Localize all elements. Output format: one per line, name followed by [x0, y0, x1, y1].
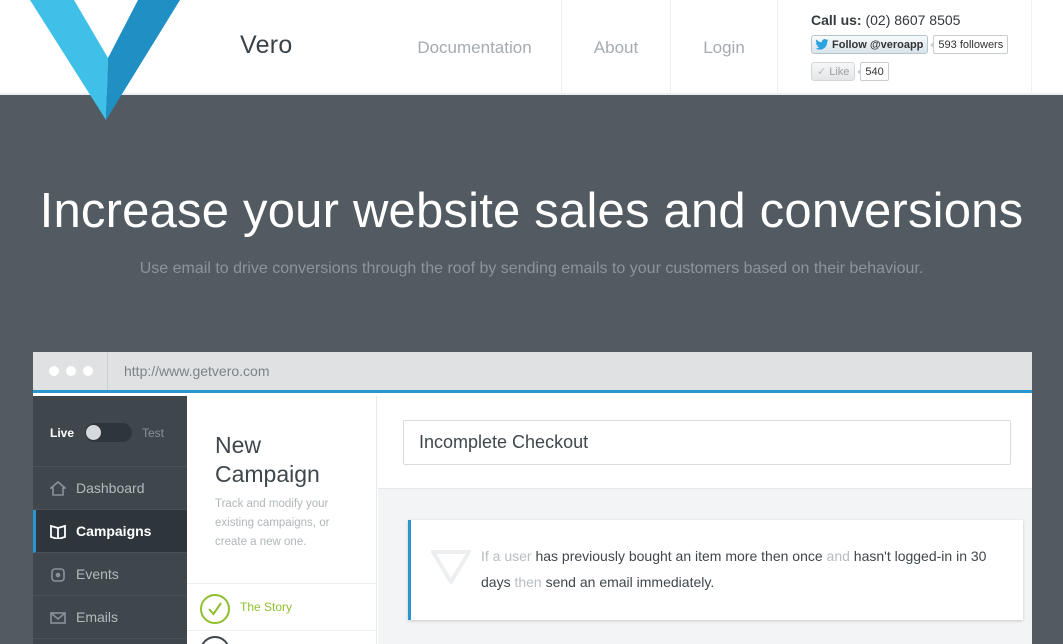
phone-number: (02) 8607 8505 [865, 12, 961, 28]
app-sidebar: Live Test Dashboard Campaigns Events Ema… [33, 396, 187, 644]
twitter-follow-label: Follow @veroapp [832, 38, 924, 51]
sidebar-item-dashboard[interactable]: Dashboard [33, 467, 187, 510]
brand-name[interactable]: Vero [240, 31, 293, 60]
address-bar-url: http://www.getvero.com [124, 363, 270, 379]
sidebar-item-label: Events [76, 566, 119, 582]
like-label: Like [829, 65, 850, 78]
story-fragment: and [822, 548, 854, 564]
story-sentence: If a user has previously bought an item … [481, 543, 1016, 595]
story-card[interactable]: If a user has previously bought an item … [408, 520, 1023, 620]
vero-triangle-icon [431, 550, 471, 584]
book-icon [50, 524, 66, 539]
sidebar-item-campaigns[interactable]: Campaigns [33, 510, 187, 553]
contact-phone: Call us: (02) 8607 8505 [811, 12, 960, 28]
new-campaign-panel: New Campaign Track and modify your exist… [187, 396, 377, 644]
nav-login[interactable]: Login [671, 0, 778, 95]
checkmark-icon [208, 602, 222, 616]
campaign-name-input[interactable]: Incomplete Checkout [403, 420, 1011, 465]
site-header: Vero Documentation About Login Call us: … [0, 0, 1063, 120]
header-divider [1031, 0, 1032, 95]
story-condition[interactable]: has previously bought an item more then … [535, 548, 822, 564]
call-label: Call us: [811, 12, 862, 28]
sidebar-item-label: Campaigns [76, 523, 152, 539]
twitter-bird-icon [815, 39, 829, 50]
like-widget: ✓ Like 540 [811, 62, 889, 81]
toggle-knob [86, 425, 101, 440]
sidebar-item-emails[interactable]: Emails [33, 596, 187, 639]
vero-logo-icon[interactable] [30, 0, 180, 120]
browser-chrome: http://www.getvero.com [33, 352, 1032, 393]
twitter-followers-count: 593 followers [930, 35, 1009, 54]
step-complete-icon [200, 594, 230, 624]
sidebar-item-events[interactable]: Events [33, 553, 187, 596]
environment-switch: Live Test [33, 396, 187, 467]
test-label: Test [142, 426, 165, 440]
live-label: Live [50, 426, 75, 440]
story-fragment: If a user [481, 548, 536, 564]
like-count: 540 [857, 62, 889, 81]
story-action[interactable]: send an email immediately. [546, 574, 715, 590]
step-pending-icon [200, 636, 230, 644]
sidebar-item-label: Dashboard [76, 480, 145, 496]
app-screenshot-mockup: http://www.getvero.com Live Test Dashboa… [33, 352, 1032, 644]
hero-subtitle: Use email to drive conversions through t… [139, 260, 924, 277]
sidebar-item-label: Emails [76, 609, 119, 625]
event-icon [51, 567, 65, 582]
window-controls [33, 352, 108, 390]
window-dot-icon [49, 366, 59, 376]
nav-documentation[interactable]: Documentation [388, 0, 562, 95]
step-the-story[interactable]: The Story [187, 583, 377, 631]
envelope-icon [50, 611, 66, 624]
checkmark-icon: ✓ [817, 66, 827, 78]
step-label: The Story [240, 600, 293, 614]
live-test-toggle[interactable] [85, 423, 132, 442]
panel-description: Track and modify your existing campaigns… [215, 498, 330, 548]
twitter-follow-widget: Follow @veroapp 593 followers [811, 35, 1009, 54]
story-fragment: then [510, 574, 546, 590]
home-icon [50, 480, 66, 496]
like-button[interactable]: ✓ Like [811, 62, 856, 81]
window-dot-icon [83, 366, 93, 376]
window-dot-icon [66, 366, 76, 376]
panel-title: New Campaign [215, 432, 320, 487]
main-nav: Documentation About Login [388, 0, 778, 95]
campaign-name-section: Incomplete Checkout [378, 396, 1032, 489]
hero-title: Increase your website sales and conversi… [39, 184, 1024, 238]
campaign-editor: Incomplete Checkout If a user has previo… [378, 396, 1032, 644]
twitter-follow-button[interactable]: Follow @veroapp [811, 35, 929, 54]
nav-about[interactable]: About [562, 0, 671, 95]
